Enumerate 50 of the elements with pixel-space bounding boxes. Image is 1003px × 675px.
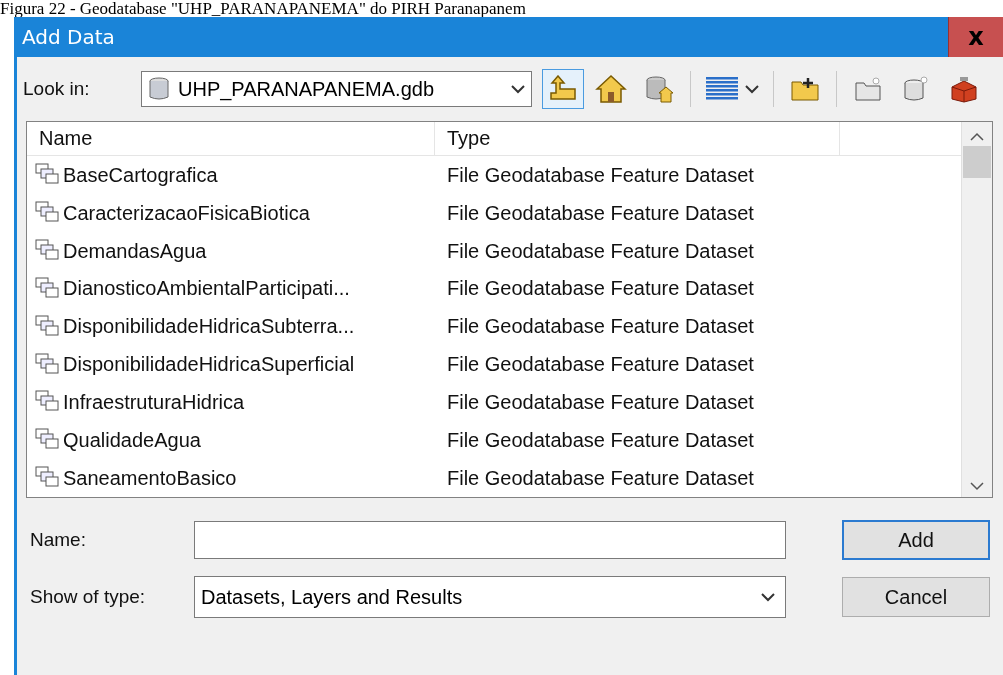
dropdown-caret-icon <box>761 592 775 602</box>
dropdown-caret-icon <box>745 84 759 94</box>
dropdown-caret-icon <box>511 84 525 94</box>
figure-caption: Figura 22 - Geodatabase "UHP_PARANAPANEMA" do PIRH Paranapanem <box>0 0 527 17</box>
column-header[interactable]: Type <box>435 122 840 156</box>
dataset-type: File Geodatabase Feature Dataset <box>446 277 755 301</box>
dataset-type: File Geodatabase Feature Dataset <box>446 201 755 225</box>
dataset-name[interactable]: DisponibilidadeHidricaSuperficial <box>63 353 355 377</box>
home-icon <box>595 74 627 104</box>
cancel-button[interactable]: Cancel <box>842 577 990 617</box>
dataset-name[interactable]: SaneamentoBasico <box>63 466 237 490</box>
new-folder-icon <box>790 76 820 102</box>
new-database-icon <box>902 75 930 103</box>
dataset-type: File Geodatabase Feature Dataset <box>446 428 755 452</box>
dataset-name[interactable]: QualidadeAgua <box>63 428 201 452</box>
dataset-type: File Geodatabase Feature Dataset <box>446 466 755 490</box>
type-label: Show of type: <box>30 586 147 608</box>
dataset-type: File Geodatabase Feature Dataset <box>446 353 755 377</box>
dataset-name[interactable]: CaracterizacaoFisicaBiotica <box>63 201 310 225</box>
dataset-name[interactable]: BaseCartografica <box>63 163 218 187</box>
feature-dataset-icon <box>35 276 61 301</box>
dataset-name[interactable]: DemandasAgua <box>63 239 207 263</box>
database-icon <box>148 77 170 101</box>
list-view-icon <box>705 76 739 102</box>
name-input[interactable] <box>194 521 786 559</box>
window-title: Add Data <box>21 25 115 49</box>
dataset-type: File Geodatabase Feature Dataset <box>446 163 755 187</box>
dataset-type: File Geodatabase Feature Dataset <box>446 390 755 414</box>
toolbox-icon <box>949 75 979 103</box>
feature-dataset-icon <box>35 314 61 339</box>
name-label: Name: <box>30 529 87 551</box>
dataset-name[interactable]: InfraestruturaHidrica <box>63 390 245 414</box>
close-button[interactable]: x <box>948 17 1003 57</box>
dataset-type: File Geodatabase Feature Dataset <box>446 315 755 339</box>
feature-dataset-icon <box>35 352 61 377</box>
scrollbar[interactable] <box>961 122 992 497</box>
dataset-type: File Geodatabase Feature Dataset <box>446 239 755 263</box>
database-home-icon <box>645 75 673 103</box>
scroll-thumb[interactable] <box>963 146 991 178</box>
dataset-name[interactable]: DianosticoAmbientalParticipati... <box>63 277 350 301</box>
folder-up-icon <box>548 75 578 103</box>
type-dropdown[interactable]: Datasets, Layers and Results <box>194 576 786 618</box>
dataset-name[interactable]: DisponibilidadeHidricaSubterra... <box>63 315 355 339</box>
scroll-down-icon <box>970 481 984 491</box>
scroll-up-icon <box>970 132 984 142</box>
look-in-label: Look in: <box>23 78 91 100</box>
look-in-dropdown[interactable]: UHP_PARANAPANEMA.gdb <box>141 71 532 107</box>
folder-icon <box>854 76 882 102</box>
column-header[interactable]: Name <box>27 122 435 156</box>
add-button[interactable]: Add <box>842 520 990 560</box>
